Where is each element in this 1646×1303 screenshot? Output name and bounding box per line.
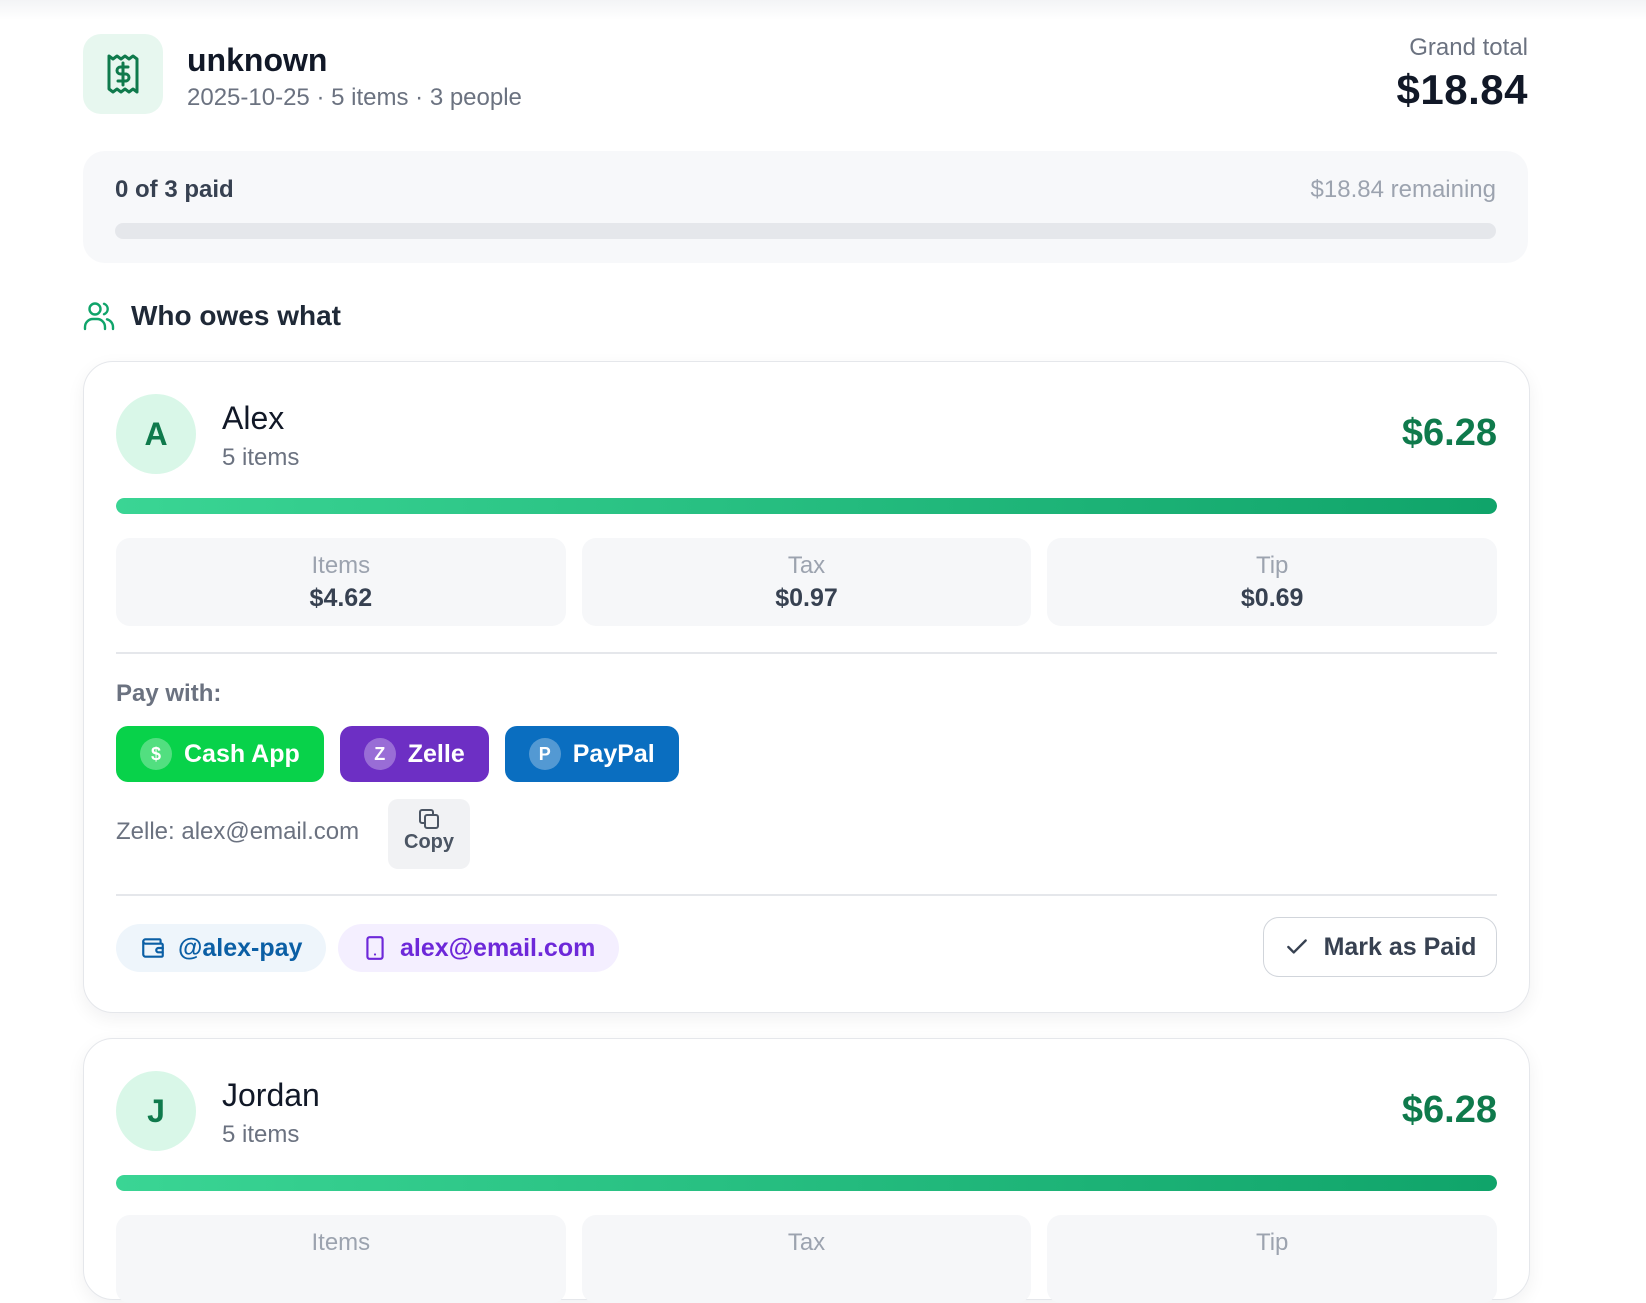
stat-tax: Tax xyxy=(581,1215,1032,1303)
mark-as-paid-button[interactable]: Mark as Paid xyxy=(1263,917,1497,977)
cashapp-icon: $ xyxy=(140,738,172,770)
stat-label: Items xyxy=(311,1229,371,1256)
share-progress-bar xyxy=(116,498,1497,514)
phone-icon xyxy=(366,936,384,960)
person-total: $6.28 xyxy=(1401,1089,1497,1131)
bill-header: unknown 2025-10-25 · 5 items · 3 people … xyxy=(83,34,1528,116)
meta-separator: · xyxy=(316,84,325,111)
paid-count-text: 0 of 3 paid xyxy=(115,176,234,203)
stat-label: Tax xyxy=(787,1229,826,1256)
stat-tip: Tip $0.69 xyxy=(1047,538,1498,626)
cashapp-handle: @alex-pay xyxy=(178,933,303,962)
button-label: Cash App xyxy=(184,739,300,768)
button-label: Zelle xyxy=(407,739,465,768)
divider xyxy=(116,894,1497,896)
bill-title: unknown xyxy=(187,42,328,78)
selected-payment-handle: Zelle: alex@email.com xyxy=(116,818,360,845)
share-progress-fill xyxy=(116,498,1497,514)
stat-value: $4.62 xyxy=(309,584,373,612)
stat-label: Tip xyxy=(1255,1229,1289,1256)
stat-value: $0.69 xyxy=(1240,584,1304,612)
payment-progress-summary: 0 of 3 paid $18.84 remaining xyxy=(83,151,1528,263)
stat-tip: Tip xyxy=(1047,1215,1498,1303)
top-edge-shadow xyxy=(0,0,1646,20)
receipt-icon xyxy=(83,34,163,114)
wallet-icon xyxy=(142,938,164,958)
person-item-count: 5 items xyxy=(222,444,300,471)
check-icon xyxy=(1286,939,1307,954)
pay-with-label: Pay with: xyxy=(116,680,222,707)
button-label: PayPal xyxy=(572,739,655,768)
person-name: Alex xyxy=(222,400,285,436)
stat-label: Tax xyxy=(787,552,826,579)
zelle-icon: Z xyxy=(363,738,396,770)
share-progress-fill xyxy=(116,1175,1497,1191)
mark-as-paid-label: Mark as Paid xyxy=(1323,932,1477,961)
cost-breakdown: Items Tax Tip xyxy=(116,1215,1498,1303)
section-title: Who owes what xyxy=(131,300,341,331)
paypal-button[interactable]: P PayPal xyxy=(504,726,679,782)
avatar: A xyxy=(116,394,196,474)
bill-item-count: 5 items xyxy=(331,84,409,111)
bill-meta: 2025-10-25 · 5 items · 3 people xyxy=(187,84,522,112)
zelle-button[interactable]: Z Zelle xyxy=(339,726,489,782)
stat-label: Tip xyxy=(1255,552,1289,579)
remaining-amount: $18.84 remaining xyxy=(1310,176,1496,203)
paypal-icon: P xyxy=(528,738,561,770)
cashapp-handle-chip[interactable]: @alex-pay xyxy=(116,924,327,972)
cost-breakdown: Items $4.62 Tax $0.97 Tip $0.69 xyxy=(116,538,1498,626)
person-card-alex: A Alex 5 items $6.28 Items $4.62 Tax $0.… xyxy=(83,361,1530,1013)
divider xyxy=(116,652,1497,654)
zelle-handle-chip[interactable]: alex@email.com xyxy=(338,924,620,972)
stat-tax: Tax $0.97 xyxy=(581,538,1032,626)
person-card-jordan: J Jordan 5 items $6.28 Items Tax Tip xyxy=(83,1038,1530,1303)
avatar: J xyxy=(116,1071,196,1151)
bill-date: 2025-10-25 xyxy=(187,84,310,111)
stat-value: $0.97 xyxy=(775,584,838,612)
payment-method-buttons: $ Cash App Z Zelle P PayPal xyxy=(116,726,679,782)
paid-progress-bar xyxy=(115,223,1496,239)
copy-label: Copy xyxy=(404,831,454,853)
meta-separator: · xyxy=(415,84,424,111)
users-icon xyxy=(83,302,115,331)
copy-button[interactable]: Copy xyxy=(388,799,470,869)
stat-items: Items $4.62 xyxy=(116,538,566,626)
stat-items: Items xyxy=(116,1215,566,1303)
person-item-count: 5 items xyxy=(222,1121,300,1148)
person-total: $6.28 xyxy=(1401,412,1497,454)
cashapp-button[interactable]: $ Cash App xyxy=(116,726,324,782)
grand-total-value: $18.84 xyxy=(1396,66,1528,113)
person-name: Jordan xyxy=(222,1077,320,1113)
share-progress-bar xyxy=(116,1175,1497,1191)
grand-total-label: Grand total xyxy=(1409,34,1528,61)
zelle-handle: alex@email.com xyxy=(400,933,596,962)
bill-people-count: 3 people xyxy=(429,84,522,111)
stat-label: Items xyxy=(311,552,371,579)
copy-icon xyxy=(419,809,439,829)
